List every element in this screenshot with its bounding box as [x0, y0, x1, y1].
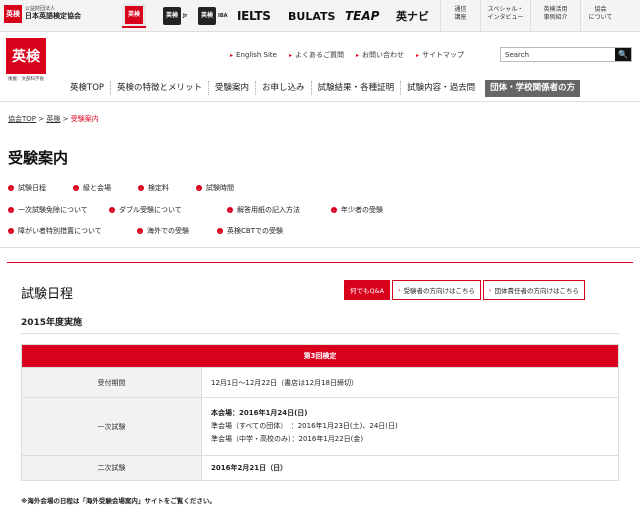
table-row: 一次試験 本会場：2016年1月24日(日) 準会場（すべての団体） ：2016…	[21, 397, 619, 456]
table-row: 第3回検定	[21, 344, 619, 368]
chevron-right-icon: ›	[109, 207, 115, 213]
nav-results[interactable]: 試験結果・各種証明	[312, 81, 402, 95]
first-exam-value: 本会場：2016年1月24日(日) 準会場（すべての団体） ：2016年1月23…	[201, 397, 619, 456]
topnav-about[interactable]: 協会 について	[580, 0, 620, 31]
chevron-right-icon: ›	[137, 228, 143, 234]
link-double-exam[interactable]: › ダブル受験について	[109, 205, 182, 215]
utility-english-site[interactable]: ▸ English Site	[230, 50, 277, 60]
search-button[interactable]: 🔍	[615, 48, 631, 61]
chevron-right-icon: ›	[398, 286, 401, 294]
search-icon: 🔍	[618, 50, 628, 59]
accept-period-value: 12月1日～12月22日（書店は12月18日締切）	[201, 367, 619, 398]
overseas-note: ※海外会場の日程は「海外受験会場案内」サイトをご覧ください。	[21, 497, 216, 505]
topnav-correspondence[interactable]: 通信 講座	[440, 0, 480, 31]
link-overseas[interactable]: › 海外での受験	[137, 226, 189, 236]
nav-apply[interactable]: お申し込み	[256, 81, 312, 95]
year-heading: 2015年度実施	[21, 318, 83, 328]
brand-bulats[interactable]: BULATS	[288, 4, 335, 28]
nav-eiken-top[interactable]: 英検TOP	[64, 81, 112, 95]
section-buttons: 何でもQ&A › 受験者の方向けはこちら › 団体責任者の方向けはこちら	[344, 280, 585, 300]
top-brand-bar: 英検 公益財団法人 日本英語検定協会 英検 英検 Jr 英検 IBA IELTS B…	[0, 0, 640, 32]
eiken-logo[interactable]: 英検 後援：文部科学省	[6, 38, 46, 84]
brand-eiken-jr[interactable]: 英検 Jr	[163, 4, 187, 28]
qa-button[interactable]: 何でもQ&A	[344, 280, 391, 300]
nav-content[interactable]: 試験内容・過去問	[401, 81, 481, 95]
row-label: 二次試験	[21, 455, 202, 481]
chevron-right-icon: ›	[196, 185, 202, 191]
search-box: 🔍	[500, 47, 632, 62]
eiken-iba-icon: 英検	[198, 7, 216, 25]
chevron-right-icon: ›	[489, 286, 492, 294]
link-first-exam-exemption[interactable]: › 一次試験免除について	[8, 205, 88, 215]
breadcrumb-current: 受験案内	[70, 115, 99, 123]
link-grades-venues[interactable]: › 級と会場	[73, 183, 111, 193]
arrow-icon: ▸	[355, 51, 359, 59]
link-schedule[interactable]: › 試験日程	[8, 183, 46, 193]
table-row: 二次試験 2016年2月21日（日）	[21, 455, 619, 481]
chevron-right-icon: ›	[138, 185, 144, 191]
link-special-measures[interactable]: › 障がい者特別措置について	[8, 226, 102, 236]
nav-exam-guide[interactable]: 受験案内	[209, 81, 257, 95]
divider	[21, 333, 619, 334]
utility-faq[interactable]: ▸ よくあるご質問	[289, 50, 344, 60]
for-group-managers-button[interactable]: › 団体責任者の方向けはこちら	[483, 280, 585, 300]
table-row: 受付期間 12月1日～12月22日（書店は12月18日締切）	[21, 367, 619, 398]
utility-links: ▸ English Site ▸ よくあるご質問 ▸ お問い合わせ ▸ サイトマップ	[230, 50, 464, 60]
top-nav: 通信 講座 スペシャル・ インタビュー 英検活用 事例紹介 協会 について	[440, 0, 620, 31]
breadcrumb: 協会TOP > 英検 > 受験案内	[8, 115, 99, 123]
brand-teap[interactable]: TEAP	[345, 4, 379, 28]
org-name: 日本英語検定協会	[25, 11, 81, 20]
divider	[0, 247, 640, 248]
divider	[0, 101, 640, 102]
main-nav: 英検TOP 英検の特徴とメリット 受験案内 お申し込み 試験結果・各種証明 試験…	[64, 78, 581, 98]
for-examinees-button[interactable]: › 受験者の方向けはこちら	[392, 280, 482, 300]
arrow-icon: ▸	[230, 51, 234, 59]
row-label: 受付期間	[21, 367, 202, 398]
org-logo-icon: 英検	[4, 5, 22, 23]
breadcrumb-home[interactable]: 協会TOP	[8, 115, 36, 123]
link-young-examinees[interactable]: › 年少者の受験	[331, 205, 383, 215]
chevron-right-icon: ›	[8, 207, 14, 213]
chevron-right-icon: ›	[227, 207, 233, 213]
chevron-right-icon: ›	[8, 228, 14, 234]
eiken-logo-sub: 後援：文部科学省	[8, 77, 44, 82]
page-title: 受験案内	[8, 149, 69, 167]
link-exam-time[interactable]: › 試験時間	[196, 183, 234, 193]
utility-sitemap[interactable]: ▸ サイトマップ	[416, 50, 464, 60]
chevron-right-icon: ›	[331, 207, 337, 213]
second-exam-value: 2016年2月21日（日）	[201, 455, 619, 481]
link-fee[interactable]: › 検定料	[138, 183, 169, 193]
search-input[interactable]	[501, 48, 615, 61]
eiken-jr-icon: 英検	[163, 7, 181, 25]
chevron-right-icon: ›	[73, 185, 79, 191]
utility-contact[interactable]: ▸ お問い合わせ	[356, 50, 404, 60]
link-cbt[interactable]: › 英検CBTでの受験	[217, 226, 283, 236]
topnav-cases[interactable]: 英検活用 事例紹介	[530, 0, 580, 31]
link-answer-sheet[interactable]: › 解答用紙の記入方法	[227, 205, 300, 215]
nav-organizations[interactable]: 団体・学校関係者の方	[485, 79, 581, 97]
arrow-icon: ▸	[288, 51, 292, 59]
arrow-icon: ▸	[416, 51, 420, 59]
eiken-logo-icon: 英検	[6, 38, 46, 74]
brand-einavi[interactable]: 英ナビ	[396, 4, 429, 28]
row-label: 一次試験	[21, 397, 202, 456]
chevron-right-icon: ›	[217, 228, 223, 234]
breadcrumb-eiken[interactable]: 英検	[46, 115, 60, 123]
eiken-brand-icon: 英検	[125, 6, 143, 24]
section-title: 試験日程	[21, 287, 74, 302]
schedule-table: 第3回検定 受付期間 12月1日～12月22日（書店は12月18日締切） 一次試…	[21, 344, 619, 481]
chevron-right-icon: ›	[8, 185, 14, 191]
brand-eiken[interactable]: 英検	[122, 4, 146, 28]
org-logo-link[interactable]: 英検 公益財団法人 日本英語検定協会	[4, 5, 81, 23]
topnav-interview[interactable]: スペシャル・ インタビュー	[480, 0, 530, 31]
table-header: 第3回検定	[21, 344, 619, 368]
nav-features[interactable]: 英検の特徴とメリット	[111, 81, 210, 95]
brand-ielts[interactable]: IELTS	[237, 4, 271, 28]
brand-eiken-iba[interactable]: 英検 IBA	[198, 4, 228, 28]
